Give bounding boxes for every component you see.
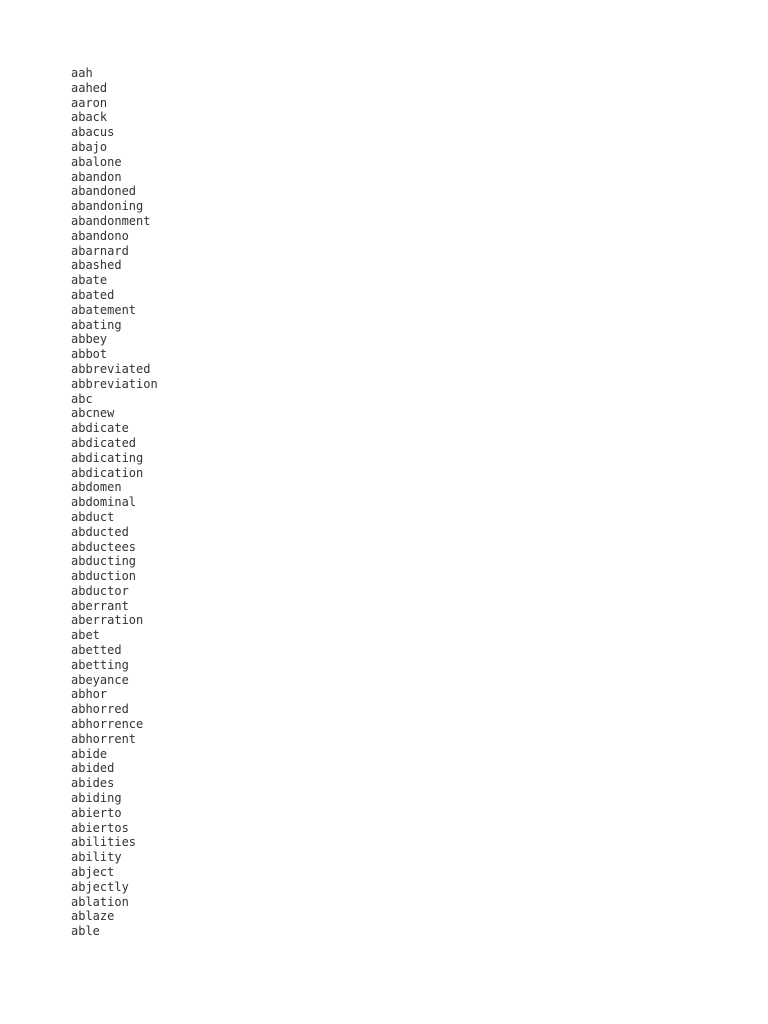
word-list-item: aah [71, 66, 93, 80]
word-list: aah aahed aaron aback abacus abajo abalone aban… [71, 66, 158, 939]
word-list-item: abhorrent [71, 731, 137, 746]
word-list-item: abarnard [71, 243, 129, 258]
word-list-item: abducting [71, 554, 137, 569]
word-list-item: abetting [71, 657, 129, 672]
word-list-item: abbot [71, 347, 108, 362]
word-list-item: abated [71, 287, 115, 302]
word-list-item: abdominal [71, 495, 137, 510]
word-list-item: abide [71, 746, 108, 761]
word-list-item: abducted [71, 524, 129, 539]
word-list-item: abduction [71, 569, 137, 584]
word-list-item: abandono [71, 228, 129, 243]
word-list-item: abductees [71, 539, 137, 554]
word-list-item: aaron [71, 95, 108, 110]
word-list-item: abbreviation [71, 376, 158, 391]
word-list-item: aahed [71, 80, 108, 95]
word-list-item: aberration [71, 613, 144, 628]
word-list-item: abandoned [71, 184, 137, 199]
word-list-item: abate [71, 273, 108, 288]
word-list-item: abided [71, 761, 115, 776]
word-list-item: aback [71, 110, 108, 125]
word-list-item: abashed [71, 258, 122, 273]
word-list-item: abajo [71, 139, 108, 154]
word-list-item: abetted [71, 643, 122, 658]
word-list-item: abalone [71, 154, 122, 169]
word-list-item: abiding [71, 791, 122, 806]
word-list-item: abduct [71, 509, 115, 524]
word-list-item: abacus [71, 125, 115, 140]
word-list-item: abductor [71, 583, 129, 598]
word-list-item: abiertos [71, 820, 129, 835]
word-list-item: abdicate [71, 421, 129, 436]
word-list-item: abating [71, 317, 122, 332]
word-list-item: abdomen [71, 480, 122, 495]
word-list-item: abandonment [71, 213, 151, 228]
word-list-item: abierto [71, 805, 122, 820]
word-list-item: abandoning [71, 199, 144, 214]
word-list-item: abhorrence [71, 717, 144, 732]
word-list-item: abet [71, 628, 100, 643]
word-list-item: abjectly [71, 879, 129, 894]
word-list-item: abhor [71, 687, 108, 702]
word-list-item: aberrant [71, 598, 129, 613]
word-list-item: able [71, 924, 100, 939]
word-list-item: abatement [71, 302, 137, 317]
word-list-item: abeyance [71, 672, 129, 687]
word-list-item: abhorred [71, 702, 129, 717]
word-list-item: abandon [71, 169, 122, 184]
word-list-item: abdicating [71, 450, 144, 465]
word-list-item: abilities [71, 835, 137, 850]
word-list-item: ability [71, 850, 122, 865]
word-list-item: abc [71, 391, 93, 406]
word-list-item: abdication [71, 465, 144, 480]
word-list-item: abides [71, 776, 115, 791]
word-list-item: ablation [71, 894, 129, 909]
word-list-item: abbey [71, 332, 108, 347]
word-list-item: abject [71, 865, 115, 880]
word-list-item: ablaze [71, 909, 115, 924]
word-list-item: abcnew [71, 406, 115, 421]
word-list-item: abbreviated [71, 361, 151, 376]
word-list-item: abdicated [71, 435, 137, 450]
